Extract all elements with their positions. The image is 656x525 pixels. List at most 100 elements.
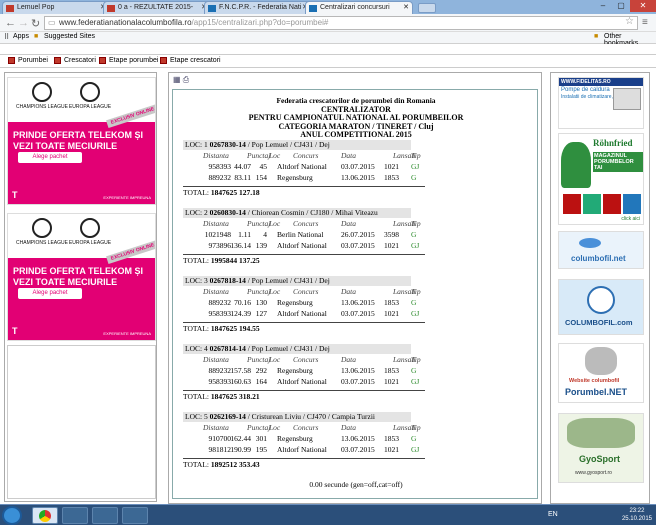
app-taskbar-icon[interactable] [62,507,88,524]
nav-crescatori[interactable]: Crescatori [54,57,96,64]
column-header: Tip [411,355,421,364]
pigeon-logo [587,286,615,314]
rohnfried-ad[interactable]: Röhnfried MAGAZINUL PORUMBELOR TAI click… [558,133,644,225]
bookmark-star-icon[interactable]: ☆ [625,16,634,28]
language-indicator[interactable]: EN [548,511,558,518]
app-taskbar-icon[interactable] [122,507,148,524]
fidelitas-ad[interactable]: WWW.FIDELITAS.RO Pompe de caldura Instal… [558,77,644,129]
ring-number[interactable]: 0267818-14 [210,276,246,285]
tab-3[interactable]: F.N.C.P.R. - Federatia Nati✕ [204,1,312,14]
table-row: 973896 136.14 139 Altdorf National 03.07.201… [183,241,425,252]
export-icon[interactable]: ▦ [173,75,181,84]
ad-line: Porumbel.NET [565,387,628,397]
chrome-taskbar-icon[interactable] [32,507,58,524]
total-points: 127.18 [238,188,260,197]
table-row: 889232 157.58 292 Regensburg 13.06.2015 1853 G [183,366,425,377]
total-label: TOTAL: [183,392,209,401]
gyosport-ad[interactable]: GyoSport www.gyosport.ro [558,413,644,483]
clock[interactable]: 23:22 25.10.2015 [622,507,652,523]
minimize-icon[interactable]: – [594,0,612,12]
column-header: Distanta [203,219,229,228]
tab-label: F.N.C.P.R. - Federatia Nati [219,4,302,11]
forward-icon[interactable]: → [18,17,29,29]
porumbel-net-ad[interactable]: Website columbofil Porumbel.NET [558,343,644,403]
table-cell: 124.39 [230,309,251,318]
maximize-icon[interactable]: ▢ [612,0,630,12]
url-input[interactable]: ▭ www.federatianationalacolumbofila.ro/a… [44,16,638,30]
nav-etape-porumbei[interactable]: Etape porumbei [99,57,158,64]
table-cell: 889232 [208,173,232,182]
table-cell: GJ [411,309,420,318]
table-cell: 1.11 [238,230,251,239]
table-cell: 1853 [384,434,399,443]
column-header: Loc [269,151,281,160]
app-taskbar-icon[interactable] [92,507,118,524]
ring-number[interactable]: 0267814-14 [210,344,246,353]
start-button[interactable] [2,506,22,525]
folder-icon: ■ [594,33,599,40]
table-cell: G [411,173,417,182]
menu-icon[interactable]: ≡ [642,17,648,28]
pigeons-image [567,418,635,448]
nav-icon [99,57,106,64]
pigeon-icon [579,238,601,248]
owner-info[interactable]: / Pop Lemuel / CJ431 / Dej [248,344,330,353]
owner-info[interactable]: / Pop Lemuel / CJ431 / Dej [248,140,330,149]
table-cell: Regensburg [277,434,313,443]
telekom-ad[interactable]: CHAMPIONS LEAGUE EUROPA LEAGUE EXCLUSIV … [7,77,156,205]
ad-button[interactable]: Alege pachet [18,152,82,163]
total-distance: 1892512 [210,460,238,469]
telekom-logo: T [12,326,18,336]
ad-title: WWW.FIDELITAS.RO [559,78,643,86]
ranking-entry: LOC: 1 0267830-14 / Pop Lemuel / CJ431 /… [183,140,425,197]
folder-icon: ■ [34,33,39,40]
total-distance: 1847625 [210,188,238,197]
table-cell: 03.07.2015 [341,162,375,171]
table-cell: 195 [255,445,267,454]
column-header: Punctaj [247,355,271,364]
close-window-icon[interactable]: ✕ [630,0,656,12]
nav-porumbei[interactable]: Porumbei [8,57,48,64]
tab-4-active[interactable]: Centralizari concursuri ✕ [305,1,413,14]
total-points: 137.25 [238,256,260,265]
bookmark-apps[interactable]: Apps [13,33,29,40]
table-cell: 03.07.2015 [341,377,375,386]
report-year: ANUL COMPETITIONAL 2015 [300,130,412,139]
print-icon[interactable]: ⎙ [183,75,189,84]
table-cell: 958393 [208,377,232,386]
owner-info[interactable]: / Pop Lemuel / CJ431 / Dej [248,276,330,285]
close-tab-icon[interactable]: ✕ [403,3,409,11]
ad-title: COLUMBOFIL.com [565,318,633,327]
back-icon[interactable]: ← [5,17,16,29]
apps-icon[interactable]: ⠿ [4,33,9,41]
columbofil-com-ad[interactable]: COLUMBOFIL.com [558,279,644,335]
ring-number[interactable]: 0267830-14 [210,140,246,149]
tab-2[interactable]: 0 a - REZULTATE 2015-✕ [103,1,211,14]
nav-icon [160,57,167,64]
nav-etape-crescatori[interactable]: Etape crescatori [160,57,221,64]
columbofil-net-ad[interactable]: columbofil.net [558,231,644,269]
table-cell: 1853 [384,366,399,375]
telekom-ad[interactable]: CHAMPIONS LEAGUE EUROPA LEAGUE EXCLUSIV … [7,213,156,341]
ring-number[interactable]: 0260830-14 [210,208,246,217]
tab-1[interactable]: Lemuel Pop✕ [2,1,110,14]
table-cell: 958393 [208,162,232,171]
reload-icon[interactable]: ↻ [31,17,40,30]
tab-favicon-icon [309,5,317,12]
entry-header: LOC: 2 0260830-14 / Chiorean Cosmin / CJ… [183,208,411,218]
ad-title: Röhnfried [593,138,633,148]
table-cell: 910700 [208,434,232,443]
ad-button[interactable]: Alege pachet [18,288,82,299]
pigeon-image [585,347,617,375]
new-tab-button[interactable] [418,3,436,13]
table-row: 889232 83.11 154 Regensburg 13.06.2015 1853 G [183,173,425,184]
ring-number[interactable]: 0262169-14 [210,412,246,421]
column-header: Punctaj [247,287,271,296]
total-distance: 1847625 [210,324,238,333]
table-cell: 301 [255,434,267,443]
owner-info[interactable]: / Chiorean Cosmin / CJ180 / Mihai Viteaz… [248,208,378,217]
table-cell: 03.07.2015 [341,241,375,250]
table-row: 1021948 1.11 4 Berlin National 26.07.2015 359… [183,230,425,241]
owner-info[interactable]: / Cristurean Liviu / CJ470 / Campia Turz… [248,412,375,421]
bookmark-suggested[interactable]: Suggested Sites [44,33,95,40]
